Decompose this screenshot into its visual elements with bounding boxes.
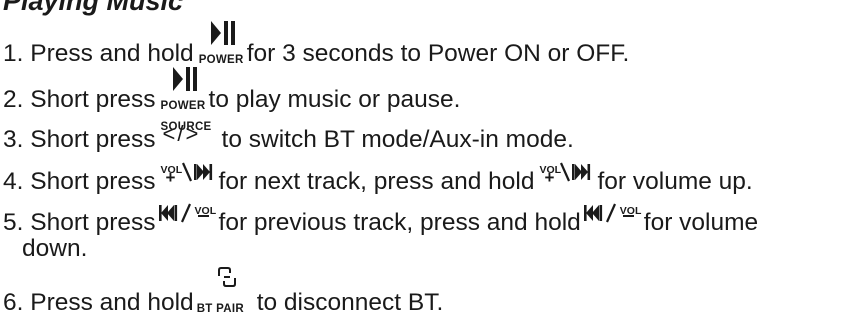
step-text-after: for volume up. xyxy=(597,168,753,195)
step-text-before: Short press xyxy=(30,209,156,236)
step-text-middle: for previous track, press and hold xyxy=(218,209,581,236)
step-number: 4. xyxy=(3,168,24,195)
instruction-step-2: 2. Short press POWER to play music or paus… xyxy=(3,67,461,115)
step-text-middle: for next track, press and hold xyxy=(218,168,535,195)
step-text-before: Short press xyxy=(30,126,156,153)
power-button-icon: POWER xyxy=(160,67,206,112)
source-arrows-glyph: </> xyxy=(162,121,201,146)
step-text-after: to play music or pause. xyxy=(208,86,461,113)
step-text-after: to switch BT mode/Aux-in mode. xyxy=(221,126,574,153)
volume-up-next-icon: VOL + xyxy=(161,159,217,189)
step-number: 2. xyxy=(3,86,24,113)
instruction-step-6: 6. Press and hold BT PAIR to disconnect BT… xyxy=(3,267,444,318)
bt-pair-icon-caption: BT PAIR xyxy=(196,303,244,315)
step-number: 3. xyxy=(3,126,24,153)
power-icon-caption: POWER xyxy=(198,54,244,66)
step-text-after: for 3 seconds to Power ON or OFF. xyxy=(246,40,630,67)
step-number: 6. xyxy=(3,289,24,316)
previous-volume-down-icon: VOL xyxy=(583,200,641,230)
power-button-icon: POWER xyxy=(198,21,244,66)
step-text-before: Press and hold xyxy=(30,289,194,316)
step-number: 1. xyxy=(3,40,24,67)
step-number: 5. xyxy=(3,209,24,236)
minus-icon xyxy=(197,215,209,217)
previous-volume-down-icon: VOL xyxy=(158,200,216,230)
step-text-continuation: down. xyxy=(22,235,88,262)
step-text-before: Short press xyxy=(30,168,156,195)
step-text-before: Press and hold xyxy=(30,40,194,67)
step-text-after: for volume xyxy=(643,209,759,236)
manual-section: Playing Music 1. Press and hold POWER for … xyxy=(0,0,853,317)
instruction-step-1: 1. Press and hold POWER for 3 seconds to P… xyxy=(3,21,630,69)
instruction-step-5: 5. Short press VOL for previous track, pre… xyxy=(3,200,758,238)
vol-icon-caption: VOL xyxy=(619,205,642,217)
plus-icon: + xyxy=(165,168,176,187)
step-text-before: Short press xyxy=(30,86,156,113)
vol-icon-caption: VOL xyxy=(194,205,217,217)
instruction-step-3: 3. Short press SOURCE </> to switch BT mode… xyxy=(3,117,574,155)
bt-pair-button-icon: BT PAIR xyxy=(197,267,255,315)
instruction-list: 1. Press and hold POWER for 3 seconds to P… xyxy=(0,0,853,317)
source-button-icon: SOURCE </> xyxy=(158,117,218,147)
volume-up-next-icon: VOL + xyxy=(539,159,595,189)
instruction-step-5-continuation: down. xyxy=(22,234,87,264)
instruction-step-4: 4. Short press VOL + for next track, press … xyxy=(3,159,753,197)
minus-icon xyxy=(622,215,634,217)
plus-icon: + xyxy=(544,168,555,187)
step-text-after: to disconnect BT. xyxy=(256,289,444,316)
